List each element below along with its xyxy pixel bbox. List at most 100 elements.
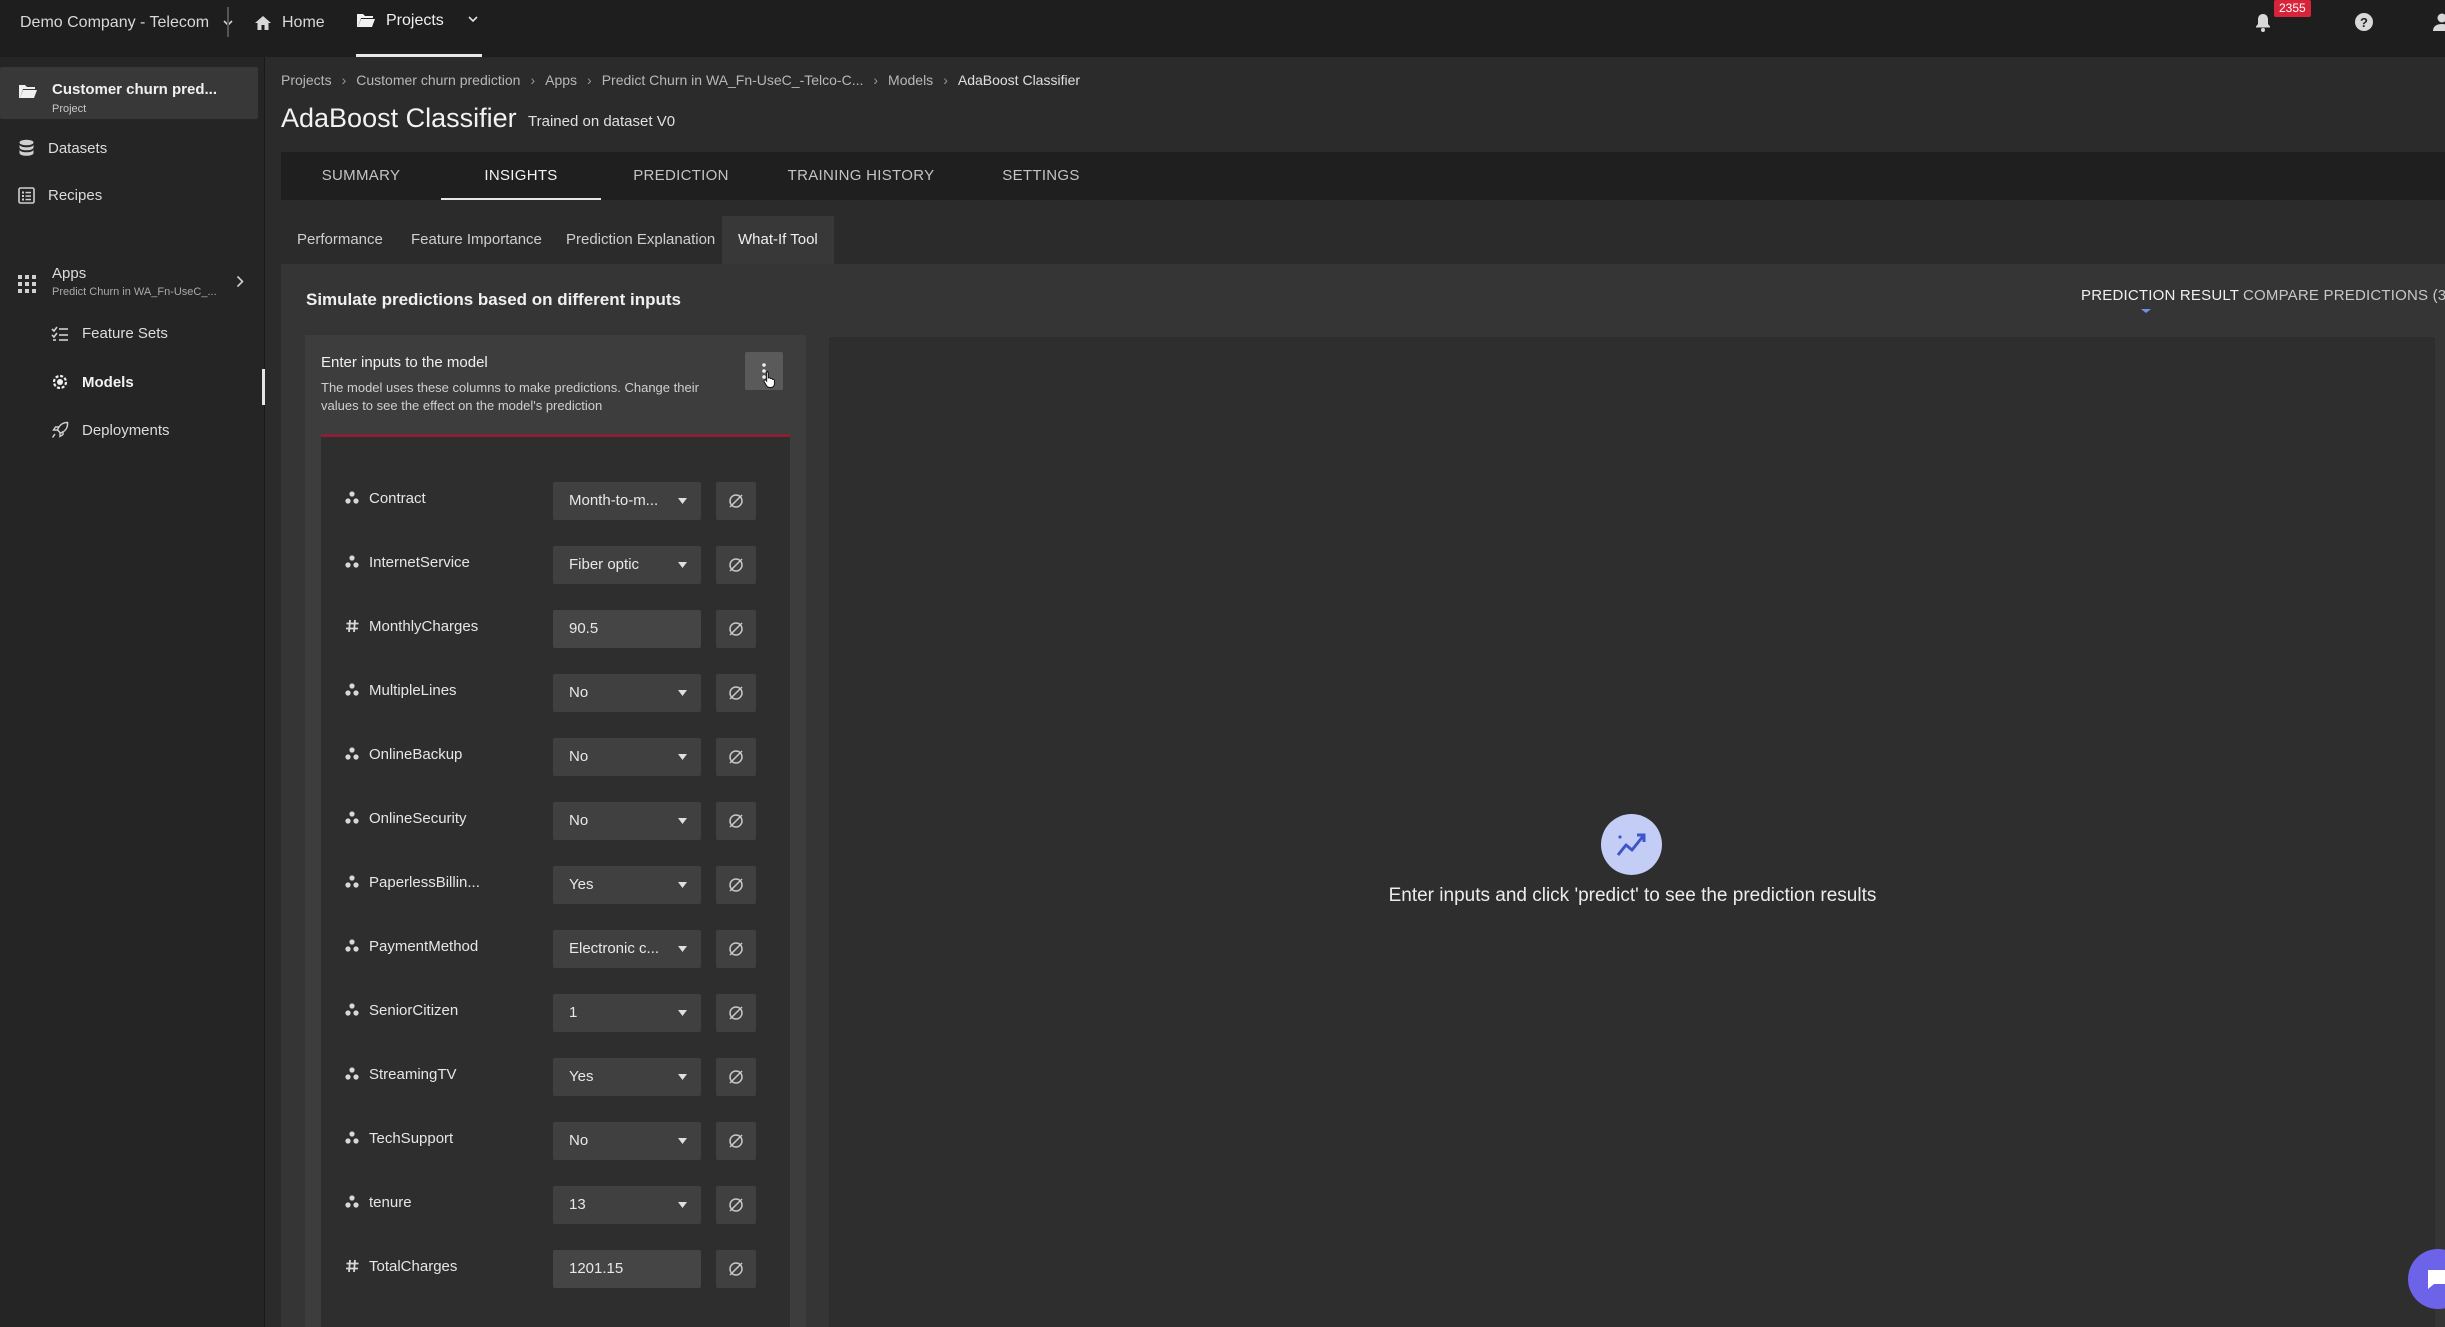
- chevron-down-icon[interactable]: [468, 16, 478, 22]
- page-title: AdaBoost Classifier: [281, 103, 517, 133]
- sidebar-item-models[interactable]: Models: [51, 373, 134, 391]
- breadcrumb-apps[interactable]: Apps: [545, 72, 577, 88]
- input-name: SeniorCitizen: [369, 1002, 459, 1019]
- select-value: Yes: [569, 876, 594, 893]
- sidebar-item-label: Recipes: [48, 187, 103, 204]
- exclude-toggle-button[interactable]: [716, 738, 756, 776]
- input-name: PaymentMethod: [369, 938, 479, 955]
- exclude-icon: [729, 878, 743, 892]
- exclude-toggle-button[interactable]: [716, 1186, 756, 1224]
- subtab-prediction-explanation[interactable]: Prediction Explanation: [566, 216, 715, 264]
- exclude-toggle-button[interactable]: [716, 1250, 756, 1288]
- project-subtitle: Project: [52, 103, 87, 115]
- input-panel-title: Enter inputs to the model: [321, 354, 488, 371]
- breadcrumb-project[interactable]: Customer churn prediction: [356, 72, 520, 88]
- database-icon: [19, 139, 34, 156]
- exclude-toggle-button[interactable]: [716, 674, 756, 712]
- sidebar-item-apps[interactable]: Apps Predict Churn in WA_Fn-UseC_...: [18, 265, 248, 305]
- numeric-hash-icon: [346, 619, 359, 633]
- exclude-icon: [729, 942, 743, 956]
- input-row-internetservice: InternetService Fiber optic: [321, 543, 790, 584]
- sidebar-item-deployments[interactable]: Deployments: [51, 421, 170, 439]
- multiplelines-select[interactable]: No: [553, 674, 701, 712]
- onlinebackup-select[interactable]: No: [553, 738, 701, 776]
- breadcrumb-projects[interactable]: Projects: [281, 72, 332, 88]
- help-icon[interactable]: ?: [2354, 12, 2374, 32]
- sidebar-item-recipes[interactable]: Recipes: [18, 187, 102, 204]
- tab-insights[interactable]: INSIGHTS: [441, 152, 601, 200]
- caret-down-icon: [678, 754, 687, 760]
- exclude-toggle-button[interactable]: [716, 546, 756, 584]
- sidebar-item-label: Models: [82, 373, 134, 391]
- exclude-toggle-button[interactable]: [716, 610, 756, 648]
- exclude-toggle-button[interactable]: [716, 994, 756, 1032]
- techsupport-select[interactable]: No: [553, 1122, 701, 1160]
- bell-icon[interactable]: [2254, 12, 2272, 32]
- apps-subtitle: Predict Churn in WA_Fn-UseC_...: [52, 286, 217, 298]
- nav-home[interactable]: Home: [254, 0, 325, 45]
- user-icon[interactable]: [2432, 12, 2445, 32]
- caret-down-icon: [678, 1138, 687, 1144]
- exclude-toggle-button[interactable]: [716, 1058, 756, 1096]
- subtab-what-if-tool[interactable]: What-If Tool: [722, 216, 834, 264]
- paymentmethod-select[interactable]: Electronic c...: [553, 930, 701, 968]
- tab-settings[interactable]: SETTINGS: [961, 152, 1121, 200]
- seniorcitizen-select[interactable]: 1: [553, 994, 701, 1032]
- sidebar-active-indicator: [262, 369, 265, 405]
- chevron-right-icon: ›: [530, 72, 536, 88]
- onlinesecurity-select[interactable]: No: [553, 802, 701, 840]
- internetservice-select[interactable]: Fiber optic: [553, 546, 701, 584]
- input-row-paperlessbilling: PaperlessBillin... Yes: [321, 863, 790, 904]
- breadcrumb-models[interactable]: Models: [888, 72, 933, 88]
- tab-prediction-result[interactable]: PREDICTION RESULT: [2081, 287, 2239, 304]
- rocket-icon: [51, 421, 69, 438]
- caret-down-icon: [678, 690, 687, 696]
- notification-badge: 2355: [2274, 0, 2311, 17]
- exclude-toggle-button[interactable]: [716, 802, 756, 840]
- select-value: 13: [569, 1196, 586, 1213]
- breadcrumb-app[interactable]: Predict Churn in WA_Fn-UseC_-Telco-C...: [602, 72, 864, 88]
- exclude-icon: [729, 622, 743, 636]
- monthlycharges-input[interactable]: 90.5: [553, 610, 701, 648]
- tab-training-history[interactable]: TRAINING HISTORY: [761, 152, 961, 200]
- sidebar-item-datasets[interactable]: Datasets: [18, 139, 107, 157]
- sidebar-item-label: Datasets: [48, 139, 108, 157]
- exclude-toggle-button[interactable]: [716, 866, 756, 904]
- subtab-performance[interactable]: Performance: [297, 216, 383, 264]
- sidebar-item-feature-sets[interactable]: Feature Sets: [51, 325, 168, 342]
- apps-title: Apps: [52, 265, 87, 282]
- paperlessbilling-select[interactable]: Yes: [553, 866, 701, 904]
- apps-grid-icon: [18, 275, 36, 293]
- exclude-icon: [729, 1198, 743, 1212]
- totalcharges-input[interactable]: 1201.15: [553, 1250, 701, 1288]
- exclude-toggle-button[interactable]: [716, 930, 756, 968]
- select-value: Yes: [569, 1068, 594, 1085]
- input-row-techsupport: TechSupport No: [321, 1119, 790, 1160]
- subtab-feature-importance[interactable]: Feature Importance: [411, 216, 542, 264]
- select-value: Fiber optic: [569, 556, 640, 573]
- exclude-icon: [729, 494, 743, 508]
- top-divider: [227, 7, 229, 37]
- feature-sets-icon: [51, 326, 68, 341]
- org-switcher[interactable]: Demo Company - Telecom: [20, 0, 233, 45]
- categorical-icon: [345, 939, 359, 952]
- input-name: StreamingTV: [369, 1066, 457, 1083]
- exclude-icon: [729, 1070, 743, 1084]
- categorical-icon: [345, 747, 359, 760]
- exclude-toggle-button[interactable]: [716, 1122, 756, 1160]
- contract-select[interactable]: Month-to-m...: [553, 482, 701, 520]
- nav-projects[interactable]: Projects: [356, 0, 482, 57]
- tab-prediction[interactable]: PREDICTION: [601, 152, 761, 200]
- tab-summary[interactable]: SUMMARY: [281, 152, 441, 200]
- folder-open-icon: [19, 85, 37, 98]
- project-card[interactable]: Customer churn pred... Project: [0, 67, 258, 119]
- recipe-list-icon: [18, 187, 35, 204]
- exclude-toggle-button[interactable]: [716, 482, 756, 520]
- breadcrumb-current: AdaBoost Classifier: [957, 72, 1081, 88]
- categorical-icon: [345, 1131, 359, 1144]
- streamingtv-select[interactable]: Yes: [553, 1058, 701, 1096]
- chevron-right-icon[interactable]: [236, 275, 244, 288]
- tab-compare-predictions[interactable]: COMPARE PREDICTIONS (3): [2243, 287, 2445, 304]
- categorical-icon: [345, 811, 359, 824]
- tenure-select[interactable]: 13: [553, 1186, 701, 1224]
